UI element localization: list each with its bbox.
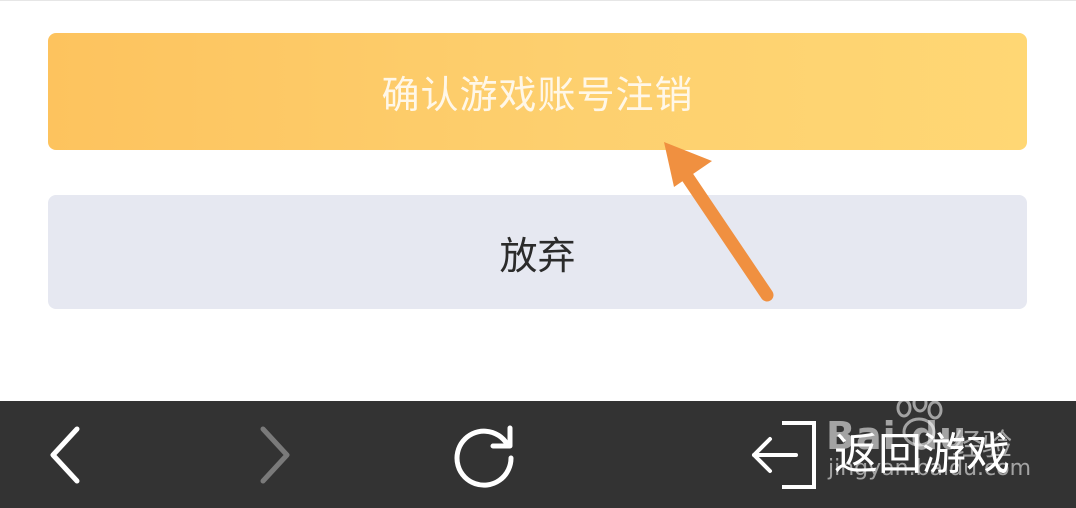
abandon-button-label: 放弃 bbox=[499, 233, 576, 278]
refresh-button[interactable] bbox=[443, 401, 527, 508]
chevron-left-icon bbox=[50, 426, 80, 483]
back-button[interactable] bbox=[30, 401, 100, 508]
return-to-game-button[interactable]: 返回游戏 bbox=[748, 401, 1048, 508]
refresh-icon bbox=[454, 425, 514, 488]
exit-arrow-icon bbox=[752, 420, 816, 489]
confirm-cancel-account-button[interactable]: 确认游戏账号注销 bbox=[48, 33, 1027, 150]
chevron-right-icon bbox=[260, 426, 290, 483]
top-divider bbox=[0, 0, 1076, 1]
annotation-arrow-icon bbox=[664, 142, 774, 302]
bottom-navigation-bar: 返回游戏 bbox=[0, 401, 1076, 508]
forward-button[interactable] bbox=[240, 401, 310, 508]
abandon-button[interactable]: 放弃 bbox=[48, 195, 1027, 309]
account-cancel-page: 确认游戏账号注销 放弃 返回游戏 Bai du 经验 jingyan.baidu… bbox=[0, 0, 1076, 508]
confirm-button-label: 确认游戏账号注销 bbox=[381, 73, 694, 117]
return-to-game-label: 返回游戏 bbox=[834, 428, 1010, 480]
